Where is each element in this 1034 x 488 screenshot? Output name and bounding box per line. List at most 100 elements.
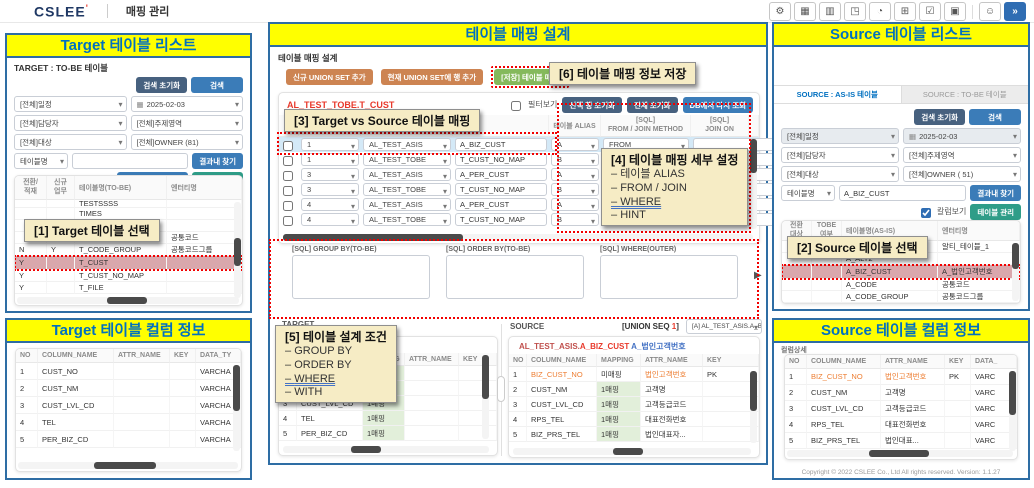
horizontal-scrollbar[interactable] — [283, 446, 489, 453]
scrollbar-thumb[interactable] — [482, 355, 489, 399]
alias-select[interactable]: B — [551, 183, 599, 196]
scrollbar-thumb[interactable] — [869, 450, 929, 457]
table-row-selected[interactable]: A_BIZ_CUSTA_법인고객번호 — [782, 265, 1020, 279]
table-row[interactable]: 3CUST_LVL_CDVARCHA — [16, 397, 241, 414]
schedule-select[interactable]: [전체]일정 — [781, 128, 899, 144]
table-row[interactable]: YT_CUST_NO_MAP — [15, 270, 242, 282]
source-table-input[interactable] — [455, 168, 547, 181]
union-seq-select[interactable]: 4 — [301, 213, 359, 226]
horizontal-scrollbar[interactable] — [283, 234, 753, 241]
target-select[interactable]: [전체]대상 — [781, 166, 899, 182]
table-row[interactable]: 1CUST_NOVARCHA — [16, 363, 241, 380]
table-row-selected[interactable]: YT_CUST — [15, 256, 242, 270]
vertical-scrollbar[interactable] — [1009, 371, 1016, 451]
horizontal-scrollbar[interactable] — [513, 448, 751, 455]
table-row[interactable]: 3CUST_LVL_CD고객등급코드VARC — [785, 401, 1017, 417]
alias-select[interactable]: B — [551, 153, 599, 166]
alias-select[interactable]: A — [551, 168, 599, 181]
union-seq-select[interactable]: 4 — [301, 198, 359, 211]
reset-selected-rows-button[interactable]: 선택 행 초기화 — [562, 97, 622, 113]
document-icon[interactable]: ▥ — [819, 2, 841, 21]
splitter-handle[interactable] — [497, 376, 505, 402]
horizontal-scrollbar[interactable] — [17, 297, 239, 304]
source-owner-select[interactable]: AL_TEST_ASIS — [363, 138, 451, 151]
table-row[interactable]: A_CODE공통코드 — [782, 279, 1020, 291]
table-row[interactable]: YT_FILE — [15, 282, 242, 294]
horizontal-scrollbar[interactable] — [787, 450, 1013, 457]
horizontal-scrollbar[interactable] — [18, 462, 238, 469]
vertical-scrollbar[interactable] — [233, 365, 240, 451]
source-owner-select[interactable]: AL_TEST_ASIS — [363, 198, 451, 211]
layout-icon[interactable]: ⊞ — [894, 2, 916, 21]
scrollbar-thumb[interactable] — [750, 139, 757, 173]
table-row[interactable]: 5BIZ_PRS_TEL법인대표...VARC — [785, 433, 1017, 449]
vertical-scrollbar[interactable] — [1012, 243, 1019, 301]
scrollbar-thumb[interactable] — [1012, 243, 1019, 269]
table-row[interactable]: 1BIZ_CUST_NO미매핑법인고객번호PK — [509, 367, 759, 382]
table-row[interactable]: 5BIZ_PRS_TEL1매핑법인대표자... — [509, 427, 759, 442]
new-union-set-button[interactable]: 신규 UNION SET 추가 — [286, 69, 373, 85]
scrollbar-thumb[interactable] — [107, 297, 147, 304]
expand-arrow-icon[interactable]: ▶ — [754, 270, 762, 281]
settings-icon[interactable]: ⚙ — [769, 2, 791, 21]
selection-icon[interactable]: ◳ — [844, 2, 866, 21]
exit-icon[interactable]: » — [1004, 2, 1026, 21]
table-row[interactable]: A_CODE_GROUP공통코드그룹 — [782, 291, 1020, 303]
sql-group-by-textarea[interactable] — [292, 255, 430, 299]
table-row[interactable]: 2CUST_NM1매핑고객명 — [509, 382, 759, 397]
source-table-input[interactable] — [455, 138, 547, 151]
table-row[interactable]: TESTSSSS — [15, 200, 242, 208]
date-field[interactable]: ▦2025-02-03 — [131, 96, 244, 112]
row-checkbox[interactable] — [283, 171, 293, 181]
vertical-scrollbar[interactable] — [234, 202, 241, 298]
find-in-result-button[interactable]: 결과내 찾기 — [970, 185, 1021, 201]
table-manage-button[interactable]: 테이블 관리 — [970, 204, 1021, 220]
union-seq-select[interactable]: 1 — [301, 153, 359, 166]
source-table-input[interactable] — [455, 198, 547, 211]
scrollbar-thumb[interactable] — [283, 234, 463, 241]
table-row[interactable]: 2CUST_NMVARCHA — [16, 380, 241, 397]
requery-db-button[interactable]: DB에서 다시 조회 — [683, 97, 753, 113]
row-checkbox[interactable] — [283, 216, 293, 226]
find-in-result-button[interactable]: 결과내 찾기 — [192, 153, 243, 169]
filter-view-checkbox[interactable] — [511, 101, 521, 111]
search-button[interactable]: 검색 — [191, 77, 243, 93]
scrollbar-thumb[interactable] — [750, 371, 757, 411]
table-row[interactable]: 4RPS_TEL대표전화번호VARC — [785, 417, 1017, 433]
alias-select[interactable]: A — [551, 138, 599, 151]
union-seq-select[interactable]: 3 — [301, 168, 359, 181]
table-name-select[interactable]: 테이블명 — [14, 153, 68, 169]
tab-source-asis[interactable]: SOURCE : AS-IS 테이블 — [774, 86, 902, 103]
clipboard-icon[interactable]: ▣ — [944, 2, 966, 21]
scrollbar-thumb[interactable] — [94, 462, 156, 469]
table-row[interactable]: 5PER_BIZ_CDVARCHA — [16, 431, 241, 448]
vertical-scrollbar[interactable] — [482, 355, 489, 439]
union-seq-select[interactable]: 1 — [301, 138, 359, 151]
table-row[interactable]: 4TELVARCHA — [16, 414, 241, 431]
table-row[interactable]: 4TEL1매핑 — [279, 411, 497, 426]
subject-area-select[interactable]: [전체]주제영역 — [903, 147, 1021, 163]
table-name-input[interactable] — [839, 185, 966, 201]
source-table-input[interactable] — [455, 183, 547, 196]
search-button[interactable]: 검색 — [969, 109, 1021, 125]
table-name-input[interactable] — [72, 153, 188, 169]
sql-where-textarea[interactable] — [600, 255, 738, 299]
source-table-input[interactable] — [455, 153, 547, 166]
user-icon[interactable]: ☺ — [979, 2, 1001, 21]
checklist-icon[interactable]: ☑ — [919, 2, 941, 21]
row-checkbox[interactable] — [283, 186, 293, 196]
add-row-union-set-button[interactable]: 현재 UNION SET에 행 추가 — [381, 69, 484, 85]
alias-select[interactable]: B — [551, 213, 599, 226]
mapping-grid-icon[interactable]: ▦ — [794, 2, 816, 21]
row-checkbox[interactable] — [283, 201, 293, 211]
table-name-select[interactable]: 테이블명 — [781, 185, 835, 201]
owner-select[interactable]: [전체]OWNER ( 51) — [903, 166, 1021, 182]
sql-order-by-textarea[interactable] — [446, 255, 584, 299]
target-select[interactable]: [전체]대상 — [14, 134, 127, 150]
tab-source-tobe[interactable]: SOURCE : TO-BE 테이블 — [902, 86, 1029, 103]
scrollbar-thumb[interactable] — [233, 365, 240, 411]
dashboard-gauge-icon[interactable]: ◔ — [869, 2, 891, 21]
source-owner-select[interactable]: AL_TEST_TOBE — [363, 213, 451, 226]
source-owner-select[interactable]: AL_TEST_TOBE — [363, 153, 451, 166]
search-reset-button[interactable]: 검색 초기화 — [914, 109, 965, 125]
